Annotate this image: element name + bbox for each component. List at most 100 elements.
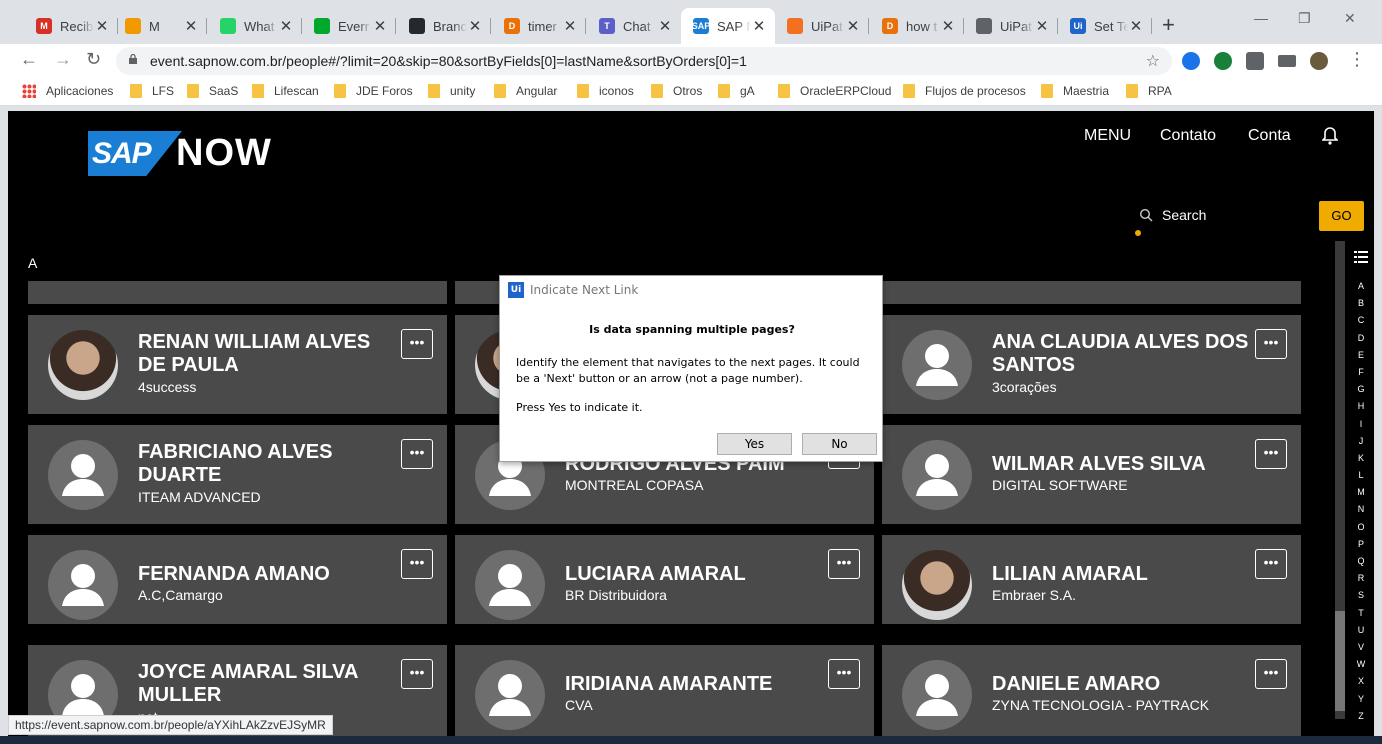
forward-icon[interactable]: → [54,49,72,70]
bookmark-folder[interactable]: LFS [130,84,174,98]
browser-tab[interactable]: SAP SAP N✕ [681,8,775,44]
person-name[interactable]: ANA CLAUDIA ALVES DOS SANTOS [992,331,1252,377]
bookmark-star-icon[interactable]: ☆ [1146,51,1160,71]
profile-avatar[interactable] [1310,52,1328,70]
person-name[interactable]: LILIAN AMARAL [992,563,1252,586]
bookmark-folder[interactable]: Otros [651,84,702,98]
person-name[interactable]: JOYCE AMARAL SILVA MULLER [138,661,398,707]
alphabet-letter[interactable]: O [1353,522,1369,539]
person-name[interactable]: LUCIARA AMARAL [565,563,825,586]
person-card[interactable]: DANIELE AMARO ZYNA TECNOLOGIA - PAYTRACK •… [882,645,1301,744]
search-input[interactable]: Search [1162,207,1206,223]
close-tab-icon[interactable]: ✕ [278,17,294,35]
close-window-icon[interactable]: ✕ [1344,10,1356,27]
close-tab-icon[interactable]: ✕ [94,17,110,35]
media-icon[interactable] [1278,55,1296,67]
more-options-button[interactable]: ••• [401,439,433,469]
browser-tab[interactable]: UiPat ✕ [964,8,1058,44]
list-icon[interactable] [1354,251,1368,263]
alphabet-letter[interactable]: K [1353,453,1369,470]
no-button[interactable]: No [802,433,877,455]
scrollbar[interactable] [1335,241,1345,719]
person-card[interactable]: IRIDIANA AMARANTE CVA ••• [455,645,874,744]
person-name[interactable]: FERNANDA AMANO [138,563,398,586]
puzzle-icon[interactable] [1246,52,1264,70]
person-card[interactable]: FABRICIANO ALVES DUARTE ITEAM ADVANCED ••• [28,425,447,524]
close-tab-icon[interactable]: ✕ [940,17,956,35]
person-name[interactable]: FABRICIANO ALVES DUARTE [138,441,398,487]
close-tab-icon[interactable]: ✕ [751,17,767,35]
bookmark-folder[interactable]: RPA [1126,84,1172,98]
alphabet-letter[interactable]: B [1353,298,1369,315]
person-card[interactable]: FERNANDA AMANO A.C,Camargo ••• [28,535,447,624]
browser-tab[interactable]: Dhow t ✕ [870,8,964,44]
bookmark-folder[interactable]: Flujos de procesos [903,84,1026,98]
alphabet-letter[interactable]: Y [1353,694,1369,711]
close-tab-icon[interactable]: ✕ [1128,17,1144,35]
person-card[interactable]: LILIAN AMARAL Embraer S.A. ••• [882,535,1301,624]
back-icon[interactable]: ← [20,49,38,70]
bookmark-folder[interactable]: unity [428,84,475,98]
alphabet-letter[interactable]: N [1353,504,1369,521]
alphabet-letter[interactable]: L [1353,470,1369,487]
alphabet-letter[interactable]: S [1353,590,1369,607]
alphabet-letter[interactable]: Q [1353,556,1369,573]
extension-icon[interactable] [1214,52,1232,70]
bookmark-folder[interactable]: gA [718,84,755,98]
more-options-button[interactable]: ••• [401,549,433,579]
bookmark-folder[interactable]: Angular [494,84,557,98]
alphabet-letter[interactable]: U [1353,625,1369,642]
person-name[interactable]: IRIDIANA AMARANTE [565,673,825,696]
yes-button[interactable]: Yes [717,433,792,455]
person-name[interactable]: DANIELE AMARO [992,673,1252,696]
bookmark-folder[interactable]: Lifescan [252,84,319,98]
account-link[interactable]: Conta [1248,127,1291,145]
browser-tab[interactable]: M ✕ [113,8,207,44]
person-name[interactable]: RENAN WILLIAM ALVES DE PAULA [138,331,398,377]
person-card[interactable]: ANA CLAUDIA ALVES DOS SANTOS 3corações ••• [882,315,1301,414]
close-tab-icon[interactable]: ✕ [657,17,673,35]
bookmark-folder[interactable]: iconos [577,84,634,98]
bookmark-folder[interactable]: SaaS [187,84,238,98]
reload-icon[interactable]: ↻ [86,49,101,70]
more-options-button[interactable]: ••• [1255,659,1287,689]
extension-icon[interactable] [1182,52,1200,70]
person-card[interactable]: WILMAR ALVES SILVA DIGITAL SOFTWARE ••• [882,425,1301,524]
close-tab-icon[interactable]: ✕ [467,17,483,35]
alphabet-letter[interactable]: C [1353,315,1369,332]
bookmark-folder[interactable]: Maestria [1041,84,1109,98]
bookmark-folder[interactable]: OracleERPCloud [778,84,891,98]
alphabet-letter[interactable]: X [1353,676,1369,693]
alphabet-letter[interactable]: D [1353,333,1369,350]
alphabet-letter[interactable]: J [1353,436,1369,453]
scrollbar-thumb[interactable] [1335,611,1345,711]
more-options-button[interactable]: ••• [1255,439,1287,469]
browser-tab[interactable]: M Recib ✕ [24,8,118,44]
more-options-button[interactable]: ••• [828,659,860,689]
alphabet-letter[interactable]: A [1353,281,1369,298]
close-tab-icon[interactable]: ✕ [1034,17,1050,35]
more-options-button[interactable]: ••• [401,329,433,359]
address-bar[interactable]: event.sapnow.com.br/people#/?limit=20&sk… [116,47,1172,75]
alphabet-letter[interactable]: Z [1353,711,1369,728]
menu-link[interactable]: MENU [1084,127,1131,145]
more-options-button[interactable]: ••• [401,659,433,689]
alphabet-letter[interactable]: F [1353,367,1369,384]
menu-icon[interactable]: ⋮ [1348,49,1366,70]
close-tab-icon[interactable]: ✕ [562,17,578,35]
alphabet-letter[interactable]: V [1353,642,1369,659]
browser-tab[interactable]: Branc ✕ [397,8,491,44]
browser-tab[interactable]: T Chat ✕ [587,8,681,44]
person-card[interactable]: RENAN WILLIAM ALVES DE PAULA 4success ••• [28,315,447,414]
person-card[interactable] [28,281,447,304]
maximize-icon[interactable]: ❐ [1298,10,1311,27]
alphabet-letter[interactable]: G [1353,384,1369,401]
new-tab-button[interactable]: + [1162,12,1175,38]
browser-tab[interactable]: Dtimer ✕ [492,8,586,44]
close-tab-icon[interactable]: ✕ [183,17,199,35]
person-card[interactable]: LUCIARA AMARAL BR Distribuidora ••• [455,535,874,624]
sap-now-logo[interactable]: SAP NOW [88,131,272,176]
bookmark-folder[interactable]: JDE Foros [334,84,413,98]
more-options-button[interactable]: ••• [828,549,860,579]
bookmark-apps[interactable]: Aplicaciones [22,84,113,98]
